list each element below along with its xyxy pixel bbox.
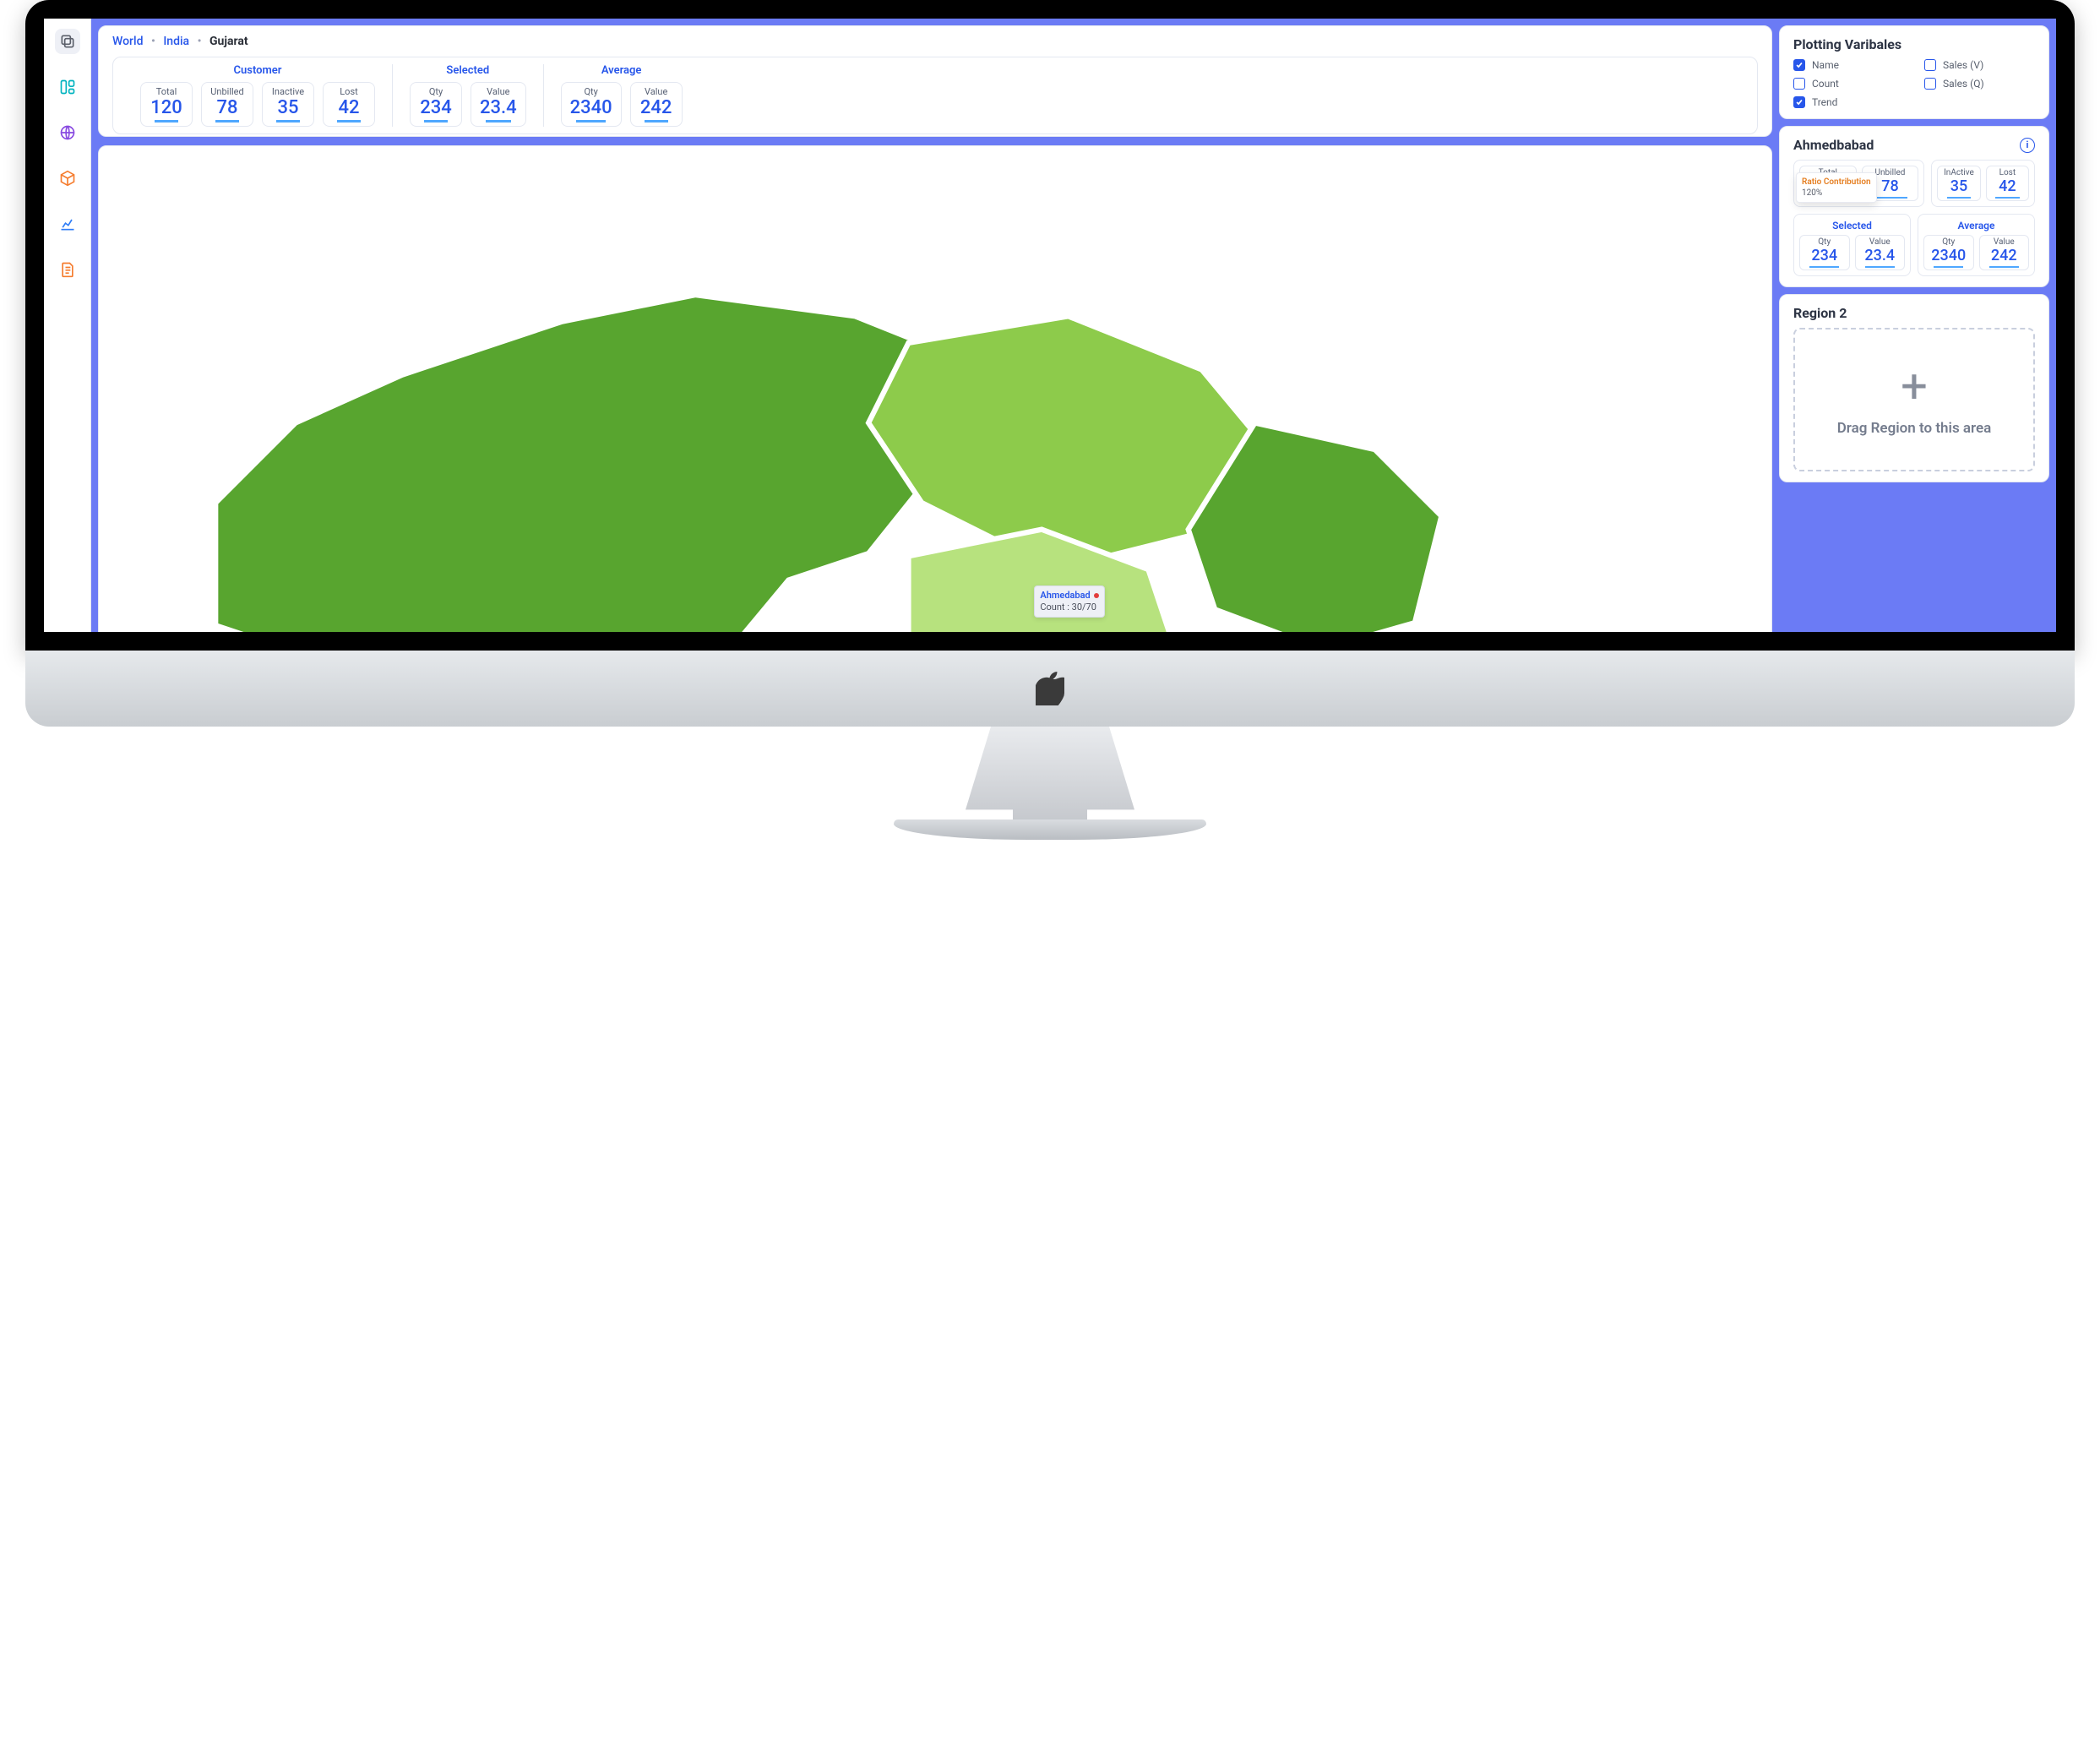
kpi-card[interactable]: Value242 <box>630 82 683 127</box>
plus-icon: + <box>1901 362 1928 410</box>
kpi-card[interactable]: Lost42 <box>1986 166 2029 201</box>
apple-logo-icon <box>1036 672 1064 705</box>
region2-title: Region 2 <box>1793 305 2035 321</box>
sidebar-chart-icon[interactable] <box>55 211 80 237</box>
breadcrumb-panel: World • India • Gujarat Customer <box>98 25 1772 137</box>
kpi-card[interactable]: Value242 <box>1979 235 2030 270</box>
region1-panel: Ahmedbabad i Total120 Unbilled78 <box>1779 126 2049 287</box>
drop-text: Drag Region to this area <box>1837 420 1992 437</box>
kpi-card[interactable]: Qty2340 <box>561 82 622 127</box>
kpi-card[interactable]: Qty2340 <box>1923 235 1974 270</box>
kpi-card[interactable]: Qty234 <box>410 82 462 127</box>
kpi-card[interactable]: Lost42 <box>323 82 375 127</box>
kpi-card[interactable]: Total120 <box>140 82 193 127</box>
ratio-tooltip: Ratio Contribution 120% <box>1796 172 1877 203</box>
check-name[interactable]: Name <box>1793 59 1904 71</box>
sidebar-globe-icon[interactable] <box>55 120 80 145</box>
check-sales-v[interactable]: Sales (V) <box>1924 59 2035 71</box>
sidebar-copy-icon[interactable] <box>55 29 80 54</box>
panel-title: Plotting Varibales <box>1793 36 2035 52</box>
kpi-card[interactable]: Value23.4 <box>1855 235 1906 270</box>
info-icon[interactable]: i <box>2020 138 2035 153</box>
kpi-card[interactable]: InActive35 <box>1937 166 1980 201</box>
kpi-group-title: Average <box>561 64 683 77</box>
sidebar <box>44 19 91 632</box>
sidebar-package-icon[interactable] <box>55 166 80 191</box>
check-trend[interactable]: Trend <box>1793 96 1904 108</box>
gujarat-map[interactable] <box>109 155 1761 632</box>
check-count[interactable]: Count <box>1793 78 1904 90</box>
plotting-variables-panel: Plotting Varibales Name Sales (V) Count … <box>1779 25 2049 119</box>
region2-panel: Region 2 + Drag Region to this area <box>1779 294 2049 482</box>
kpi-card[interactable]: Value23.4 <box>471 82 526 127</box>
drop-region-area[interactable]: + Drag Region to this area <box>1793 328 2035 471</box>
breadcrumb: World • India • Gujarat <box>112 35 1758 48</box>
kpi-panel: Customer Total120 Unbilled78 Inactive35 … <box>112 57 1758 134</box>
kpi-group-title: Selected <box>410 64 526 77</box>
check-sales-q[interactable]: Sales (Q) <box>1924 78 2035 90</box>
breadcrumb-world[interactable]: World <box>112 35 143 48</box>
kpi-card[interactable]: Qty234 <box>1799 235 1850 270</box>
kpi-group-title: Customer <box>140 64 375 77</box>
map-tooltip-ahmedabad[interactable]: Ahmedabad Count : 30/70 <box>1034 585 1105 618</box>
breadcrumb-current: Gujarat <box>209 35 248 48</box>
breadcrumb-india[interactable]: India <box>163 35 189 48</box>
sidebar-dashboard-icon[interactable] <box>55 74 80 100</box>
kpi-card[interactable]: Unbilled78 <box>201 82 253 127</box>
kpi-card[interactable]: Inactive35 <box>262 82 314 127</box>
map-panel: Ahmedabad Count : 30/70 Gir Count : 25/7… <box>98 145 1772 632</box>
region1-title: Ahmedbabad <box>1793 137 1874 153</box>
sidebar-file-icon[interactable] <box>55 257 80 282</box>
